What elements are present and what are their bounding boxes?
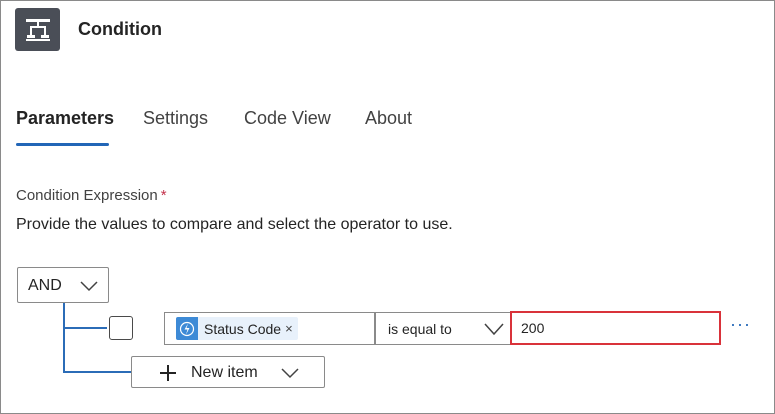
condition-expression-label: Condition Expression *: [16, 187, 167, 204]
remove-token-icon[interactable]: ×: [285, 321, 293, 336]
new-item-button[interactable]: New item: [131, 356, 325, 388]
token-label: Status Code: [204, 320, 282, 337]
plus-icon: [159, 364, 177, 387]
condition-expression-text: Condition Expression: [16, 187, 158, 204]
required-marker: *: [160, 187, 167, 204]
operator-dropdown[interactable]: is equal to: [375, 312, 511, 345]
page-title: Condition: [78, 19, 162, 39]
condition-description: Provide the values to compare and select…: [16, 216, 453, 233]
new-item-label: New item: [191, 364, 258, 381]
tab-code-view[interactable]: Code View: [244, 108, 331, 129]
row-select-checkbox[interactable]: [109, 316, 133, 340]
condition-icon: [15, 8, 60, 51]
dynamic-content-token[interactable]: Status Code ×: [176, 317, 298, 340]
chevron-down-icon: [281, 366, 299, 384]
group-operator-value: AND: [28, 277, 62, 294]
group-operator-dropdown[interactable]: AND: [17, 267, 109, 303]
tree-connector-row: [63, 327, 107, 329]
http-trigger-icon: [176, 317, 198, 340]
tab-settings[interactable]: Settings: [143, 108, 208, 129]
tree-connector-vertical: [63, 303, 65, 373]
tree-connector-new-item: [63, 371, 131, 373]
tab-about[interactable]: About: [365, 108, 412, 129]
tab-parameters[interactable]: Parameters: [16, 108, 114, 129]
operator-value: is equal to: [388, 321, 452, 337]
more-options-icon[interactable]: ···: [730, 315, 751, 333]
chevron-down-icon: [484, 322, 504, 341]
active-tab-indicator: [16, 143, 109, 146]
right-operand-field[interactable]: 200: [510, 311, 721, 345]
chevron-down-icon: [80, 279, 98, 297]
left-operand-field[interactable]: Status Code ×: [164, 312, 375, 345]
condition-panel: Condition Parameters Settings Code View …: [0, 0, 775, 414]
